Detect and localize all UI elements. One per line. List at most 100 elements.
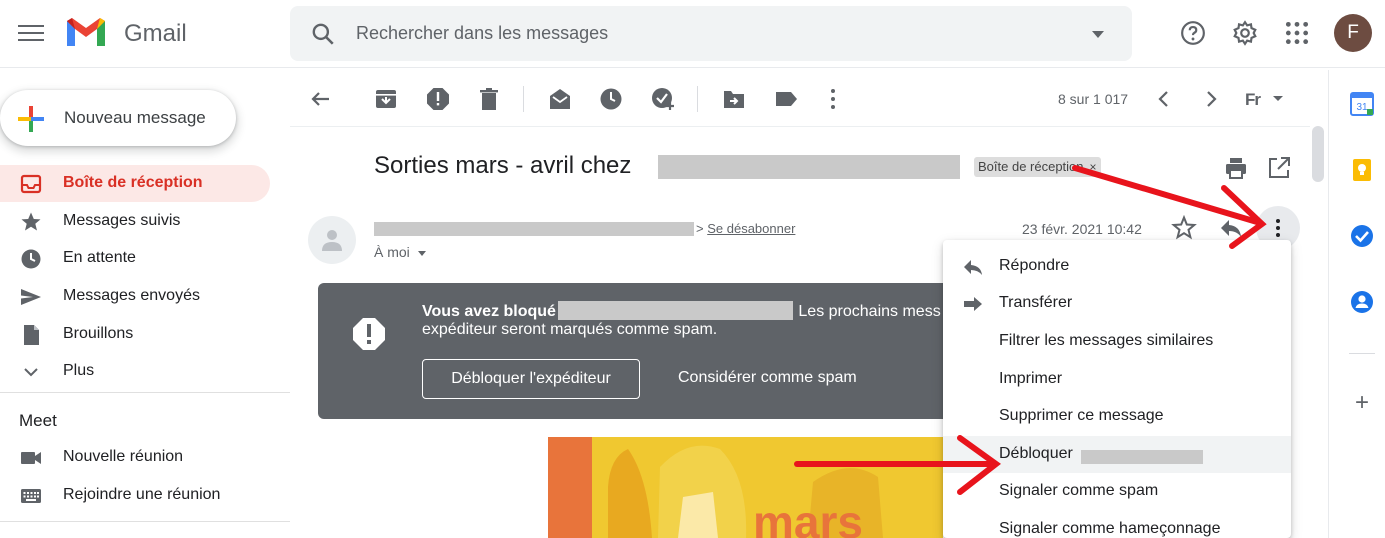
label-chip-text: Boîte de réception [978,159,1084,174]
chevron-right-icon[interactable] [1198,86,1224,112]
side-panel-divider [1349,353,1375,354]
blocked-prefix: Vous avez bloqué [422,303,556,320]
main-menu-icon[interactable] [18,22,44,44]
sidebar-item-label: Plus [63,362,95,379]
archive-icon[interactable] [373,86,399,112]
more-vertical-icon [1276,219,1280,237]
pagination-count: 8 sur 1 017 [1058,91,1129,107]
menu-item-label: Signaler comme spam [999,482,1159,499]
menu-item-reply[interactable]: Répondre [943,248,1291,285]
email-image-text: mars [753,496,863,538]
gmail-logo[interactable] [64,15,108,49]
open-new-window-icon[interactable] [1266,155,1292,181]
message-subject: Sorties mars - avril chez [374,152,632,179]
menu-item-report-phishing[interactable]: Signaler comme hameçonnage [943,511,1291,538]
side-panel: 31 + [1328,70,1385,538]
keep-icon[interactable] [1350,158,1374,182]
add-addon-icon[interactable]: + [1350,391,1374,416]
video-icon [21,452,41,464]
scrollbar-thumb[interactable] [1312,126,1324,182]
sidebar-item-label: Rejoindre une réunion [63,486,221,503]
compose-label: Nouveau message [64,108,206,127]
toolbar-divider-line [290,126,1310,127]
compose-button[interactable]: Nouveau message [0,90,236,146]
remove-label-icon[interactable]: × [1090,160,1097,174]
sidebar-item-label: Messages envoyés [63,287,200,304]
search-icon[interactable] [310,21,336,47]
meet-section-title: Meet [19,411,57,430]
nav-divider [0,392,290,393]
input-language-selector[interactable]: Fr [1245,90,1261,110]
sidebar-item-sent[interactable]: Messages envoyés [0,278,270,315]
menu-item-label: Imprimer [999,370,1063,387]
search-options-icon[interactable] [1092,31,1104,38]
star-outline-icon[interactable] [1171,215,1197,241]
nav-divider [0,521,290,522]
label-tag-icon[interactable] [773,86,799,112]
report-spam-icon[interactable] [425,86,451,112]
menu-item-label: Signaler comme hameçonnage [999,520,1221,537]
help-icon[interactable] [1180,20,1206,46]
contacts-icon[interactable] [1350,290,1374,314]
more-vertical-icon[interactable] [820,86,846,112]
account-avatar[interactable]: F [1334,14,1372,52]
chevron-left-icon[interactable] [1151,86,1177,112]
recipient-details[interactable]: À moi [374,244,426,260]
reply-icon[interactable] [1218,215,1244,241]
unsubscribe-link[interactable]: Se désabonner [707,221,795,236]
menu-item-label: Débloquer [999,445,1073,462]
search-bar[interactable]: Rechercher dans les messages [290,6,1132,61]
blocked-sender-banner: Vous avez bloqué Les prochains mess expé… [318,283,998,419]
inbox-label-chip[interactable]: Boîte de réception × [974,157,1101,177]
sidebar-item-snoozed[interactable]: En attente [0,240,270,277]
tasks-icon[interactable] [1350,224,1374,248]
menu-item-report-spam[interactable]: Signaler comme spam [943,473,1291,510]
menu-item-filter[interactable]: Filtrer les messages similaires [943,323,1291,360]
sidebar-item-more[interactable]: Plus [0,353,270,390]
star-icon [21,212,41,231]
sidebar-item-drafts[interactable]: Brouillons [0,316,270,353]
print-icon[interactable] [1223,155,1249,181]
add-task-icon[interactable] [650,86,676,112]
message-date: 23 févr. 2021 10:42 [1022,221,1142,237]
delete-trash-icon[interactable] [476,86,502,112]
snooze-clock-icon[interactable] [598,86,624,112]
sidebar-item-join-meeting[interactable]: Rejoindre une réunion [0,477,270,514]
unblock-sender-button[interactable]: Débloquer l'expéditeur [422,359,640,399]
settings-gear-icon[interactable] [1232,20,1258,46]
search-input[interactable]: Rechercher dans les messages [356,23,608,44]
sidebar-item-label: Messages suivis [63,212,181,229]
menu-item-label: Répondre [999,257,1070,274]
chevron-down-icon[interactable] [1273,96,1283,101]
sidebar-item-inbox[interactable]: Boîte de réception [0,165,270,202]
reply-icon [964,260,982,275]
move-to-folder-icon[interactable] [721,86,747,112]
menu-item-unblock[interactable]: Débloquer [943,436,1291,473]
sidebar-item-label: Brouillons [63,325,134,342]
message-options-menu: Répondre Transférer Filtrer les messages… [943,240,1291,538]
apps-grid-icon[interactable] [1284,20,1310,46]
recipient-text: À moi [374,244,410,260]
chevron-down-icon[interactable] [417,250,426,256]
compose-plus-icon [18,106,44,132]
menu-item-label: Filtrer les messages similaires [999,332,1214,349]
sidebar-item-new-meeting[interactable]: Nouvelle réunion [0,439,270,476]
toolbar-divider [697,86,698,112]
mark-unread-icon[interactable] [547,86,573,112]
send-icon [21,289,41,305]
menu-item-forward[interactable]: Transférer [943,285,1291,322]
calendar-icon[interactable]: 31 [1350,92,1374,116]
brand-name: Gmail [124,20,187,47]
menu-item-delete[interactable]: Supprimer ce message [943,398,1291,435]
report-spam-button[interactable]: Considérer comme spam [678,369,857,387]
blocked-message-line2: expéditeur seront marqués comme spam. [422,321,718,338]
menu-item-print[interactable]: Imprimer [943,361,1291,398]
chevron-down-icon [24,368,38,377]
calendar-day: 31 [1356,102,1368,113]
clock-icon [21,249,41,269]
sidebar-item-starred[interactable]: Messages suivis [0,203,270,240]
sidebar-item-label: Boîte de réception [63,174,203,191]
redacted-sender [558,301,793,320]
back-arrow-icon[interactable] [308,86,334,112]
warning-octagon-icon [353,318,385,350]
